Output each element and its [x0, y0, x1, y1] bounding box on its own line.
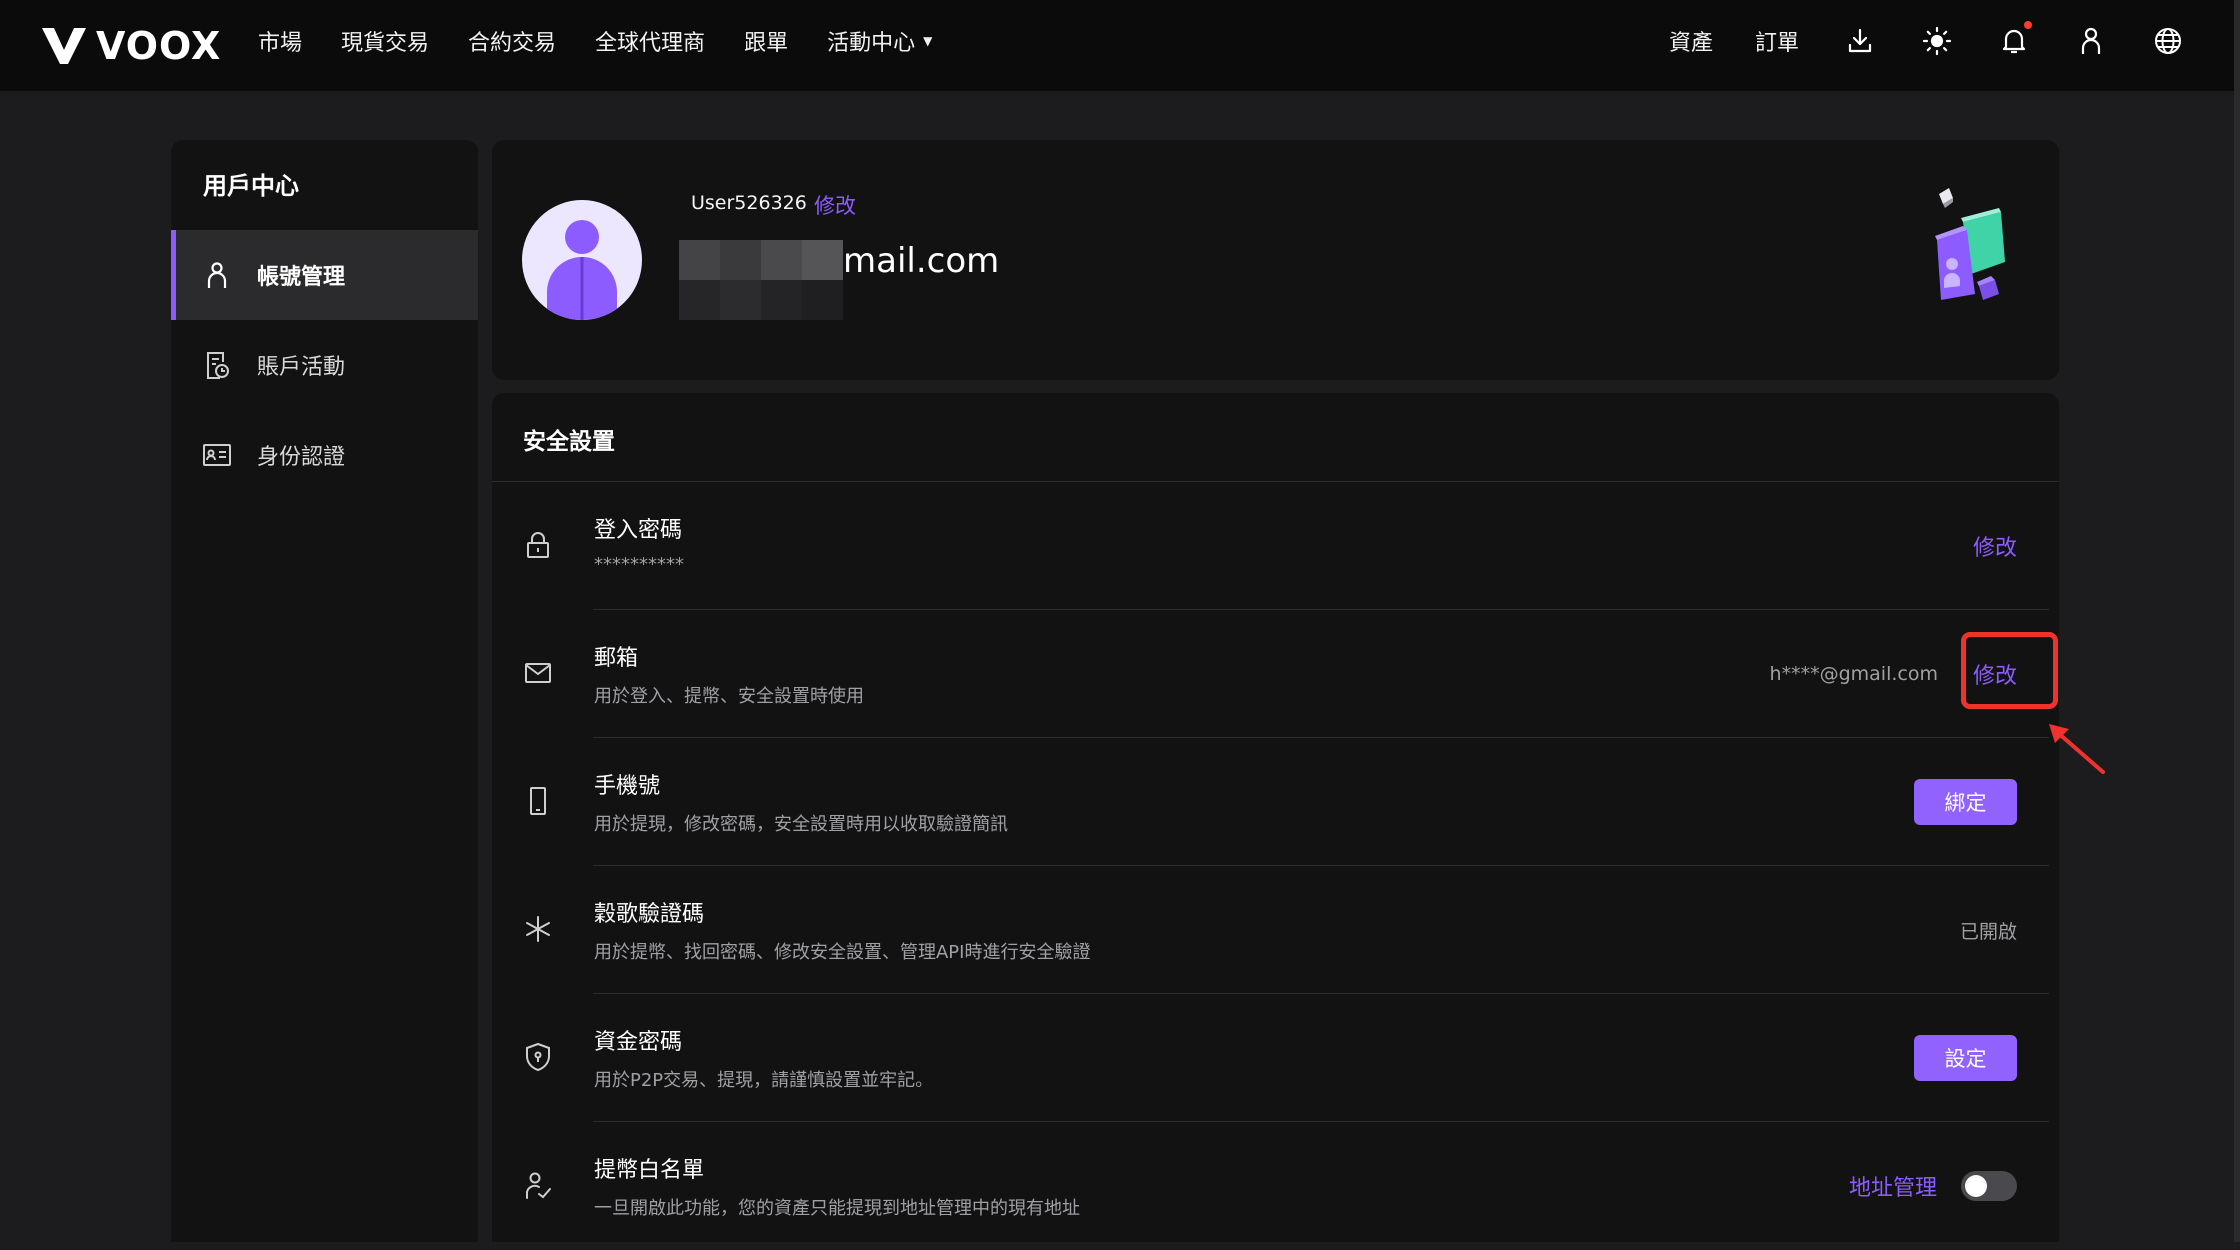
authenticator-status: 已開啟 — [1959, 920, 2017, 943]
row-description: 用於P2P交易、提現，請謹慎設置並牢記。 — [594, 1070, 934, 1091]
nav-futures-trading[interactable]: 合約交易 — [468, 25, 556, 57]
mobile-phone-icon — [522, 785, 554, 817]
voox-logo-mark-icon — [42, 28, 86, 64]
account-illustration-icon — [1919, 182, 2019, 312]
bound-email-value: h****@gmail.com — [1769, 663, 1938, 685]
whitelist-toggle[interactable] — [1961, 1171, 2017, 1201]
annotation-arrow-icon — [2049, 724, 2105, 774]
sidebar-item-label: 身份認證 — [257, 445, 346, 470]
nav-orders[interactable]: 訂單 — [1755, 25, 1799, 57]
security-row-phone: 手機號 用於提現，修改密碼，安全設置時用以收取驗證簡訊 綁定 — [492, 738, 2059, 866]
sidebar-item-account-activity[interactable]: 賬戶活動 — [171, 320, 478, 410]
row-actions: 綁定 — [1914, 738, 2017, 866]
shield-icon — [522, 1041, 554, 1073]
row-title: 手機號 — [594, 774, 661, 799]
row-actions: 已開啟 — [1960, 866, 2017, 994]
row-actions: 地址管理 — [1849, 1122, 2017, 1250]
annotation-highlight-box — [1961, 632, 2058, 709]
mail-icon — [522, 657, 554, 689]
security-row-google-authenticator: 穀歌驗證碼 用於提幣、找回密碼、修改安全設置、管理API時進行安全驗證 已開啟 — [492, 866, 2059, 994]
row-description: 一旦開啟此功能，您的資產只能提現到地址管理中的現有地址 — [594, 1198, 1080, 1219]
set-fund-password-button[interactable]: 設定 — [1914, 1035, 2017, 1081]
edit-password-link[interactable]: 修改 — [1973, 530, 2017, 562]
notification-dot — [2024, 20, 2032, 29]
row-title: 資金密碼 — [594, 1030, 683, 1055]
nav-events-label: 活動中心 — [827, 30, 916, 56]
account-email: mail.com — [679, 240, 999, 320]
user-icon — [201, 259, 233, 291]
row-description: 用於提幣、找回密碼、修改安全設置、管理API時進行安全驗證 — [594, 942, 1091, 963]
brand-name: VOOX — [96, 24, 222, 68]
row-description: 用於提現，修改密碼，安全設置時用以收取驗證簡訊 — [594, 814, 1008, 835]
sidebar-item-label: 帳號管理 — [257, 265, 346, 290]
sidebar-item-label: 賬戶活動 — [257, 355, 346, 380]
account-user-icon[interactable] — [2075, 25, 2107, 57]
main-nav: 市場 現貨交易 合約交易 全球代理商 跟單 活動中心 ▼ — [258, 0, 971, 81]
voox-logo[interactable]: VOOX — [40, 18, 221, 74]
sidebar-title: 用戶中心 — [203, 172, 299, 200]
address-management-link[interactable]: 地址管理 — [1849, 1170, 1937, 1202]
security-row-email: 郵箱 用於登入、提幣、安全設置時使用 h****@gmail.com 修改 — [492, 610, 2059, 738]
download-icon[interactable] — [1844, 25, 1876, 57]
row-actions: 修改 — [1973, 482, 2017, 610]
row-title: 郵箱 — [594, 646, 639, 671]
id-card-icon — [201, 439, 233, 471]
row-title: 穀歌驗證碼 — [594, 902, 705, 927]
asterisk-icon — [522, 913, 554, 945]
user-check-icon — [522, 1169, 554, 1201]
theme-sun-icon[interactable] — [1921, 25, 1953, 57]
security-row-login-password: 登入密碼 ********** 修改 — [492, 482, 2059, 610]
activity-icon — [201, 349, 233, 381]
sidebar-item-account-management[interactable]: 帳號管理 — [171, 230, 478, 320]
profile-card: User526326 修改 mail.com — [492, 140, 2059, 380]
caret-down-icon: ▼ — [923, 33, 933, 48]
toggle-knob — [1965, 1175, 1987, 1197]
security-row-withdrawal-whitelist: 提幣白名單 一旦開啟此功能，您的資產只能提現到地址管理中的現有地址 地址管理 — [492, 1122, 2059, 1250]
nav-spot-trading[interactable]: 現貨交易 — [341, 25, 429, 57]
notification-bell-icon[interactable] — [1998, 20, 2032, 57]
row-actions: 設定 — [1914, 994, 2017, 1122]
security-settings-card: 安全設置 登入密碼 ********** 修改 郵箱 用於登入、提幣、安全設置時… — [492, 393, 2059, 1242]
nav-global-agent[interactable]: 全球代理商 — [595, 25, 705, 57]
bind-phone-button[interactable]: 綁定 — [1914, 779, 2017, 825]
password-mask: ********** — [594, 554, 684, 575]
row-description: 用於登入、提幣、安全設置時使用 — [594, 686, 864, 707]
email-visible-part: mail.com — [843, 241, 1000, 281]
language-globe-icon[interactable] — [2152, 25, 2184, 57]
top-nav-bar: VOOX 市場 現貨交易 合約交易 全球代理商 跟單 活動中心 ▼ 資產 訂單 — [0, 0, 2240, 91]
security-settings-title: 安全設置 — [523, 429, 615, 455]
username: User526326 — [691, 192, 807, 214]
security-row-fund-password: 資金密碼 用於P2P交易、提現，請謹慎設置並牢記。 設定 — [492, 994, 2059, 1122]
header-right: 資產 訂單 — [1627, 0, 2184, 81]
nav-copy-trading[interactable]: 跟單 — [744, 25, 788, 57]
nav-assets[interactable]: 資產 — [1669, 25, 1713, 57]
window-edge — [2234, 0, 2240, 1242]
row-title: 登入密碼 — [594, 518, 683, 543]
sidebar-item-identity-verification[interactable]: 身份認證 — [171, 410, 478, 500]
nav-events[interactable]: 活動中心 ▼ — [827, 25, 932, 57]
email-redaction-mosaic — [679, 240, 843, 320]
lock-icon — [522, 529, 554, 561]
avatar[interactable] — [522, 200, 642, 320]
edit-username-link[interactable]: 修改 — [814, 190, 856, 220]
row-title: 提幣白名單 — [594, 1158, 705, 1183]
sidebar: 用戶中心 帳號管理 賬戶活動 身份認證 — [171, 140, 478, 1242]
nav-market[interactable]: 市場 — [258, 25, 302, 57]
